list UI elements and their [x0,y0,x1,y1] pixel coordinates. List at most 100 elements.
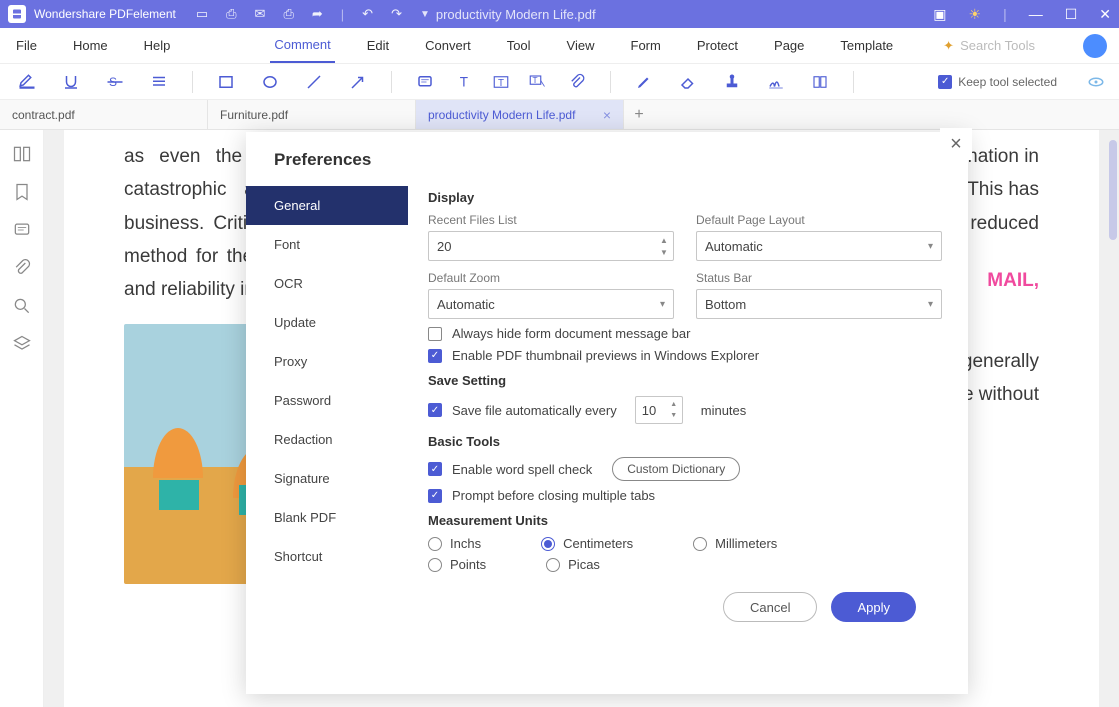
note-tool[interactable] [410,71,440,93]
signature-tool[interactable] [761,71,791,93]
prefs-side-redaction[interactable]: Redaction [246,420,408,459]
vertical-scrollbar[interactable] [1109,140,1117,659]
cancel-button[interactable]: Cancel [723,592,817,622]
prefs-side-general[interactable]: General [246,186,408,225]
eraser-tool[interactable] [673,71,703,93]
page-layout-select[interactable]: Automatic▾ [696,231,942,261]
unit-points-radio[interactable]: Points [428,557,486,572]
spinner-up-icon[interactable]: ▲ [657,234,671,246]
layers-icon[interactable] [12,334,32,354]
spinner-up-icon[interactable]: ▲ [668,399,680,410]
hide-message-bar-label: Always hide form document message bar [452,326,690,341]
custom-dictionary-button[interactable]: Custom Dictionary [612,457,740,481]
scrollbar-thumb[interactable] [1109,140,1117,240]
open-folder-icon[interactable]: ▭ [196,6,208,22]
maximize-icon[interactable]: ☐ [1065,6,1078,23]
textbox-tool[interactable]: T [490,71,512,93]
underline-tool[interactable] [56,71,86,93]
spellcheck-label: Enable word spell check [452,462,592,477]
pencil-tool[interactable] [629,71,659,93]
default-zoom-select[interactable]: Automatic▾ [428,289,674,319]
unit-centimeters-radio[interactable]: Centimeters [541,536,633,551]
save-icon[interactable]: ⎙ [226,6,236,22]
menu-convert[interactable]: Convert [421,28,475,63]
search-panel-icon[interactable] [12,296,32,316]
keep-tool-checkbox[interactable]: ✓ [938,75,952,89]
menu-edit[interactable]: Edit [363,28,393,63]
user-avatar[interactable] [1083,34,1107,58]
strikethrough-tool[interactable]: S [100,71,130,93]
spinner-down-icon[interactable]: ▼ [657,246,671,258]
menu-file[interactable]: File [12,28,41,63]
section-basic-tools: Basic Tools [428,434,942,449]
rectangle-tool[interactable] [211,71,241,93]
attachment-tool[interactable] [562,71,592,93]
attachments-panel-icon[interactable] [12,258,32,278]
menu-protect[interactable]: Protect [693,28,742,63]
menu-tool[interactable]: Tool [503,28,535,63]
autosave-checkbox[interactable]: ✓ [428,403,442,417]
menu-search[interactable]: ✦ Search Tools [943,38,1035,54]
manage-comments-tool[interactable] [805,71,835,93]
line-tool[interactable] [299,71,329,93]
keep-tool-selected[interactable]: ✓ Keep tool selected [938,75,1057,89]
apply-button[interactable]: Apply [831,592,916,622]
autosave-interval-input[interactable]: 10 ▲▼ [635,396,683,424]
menu-template[interactable]: Template [836,28,897,63]
current-file-dropdown[interactable]: ▼ productivity Modern Life.pdf [420,7,596,22]
minimize-icon[interactable]: — [1029,6,1043,22]
prefs-side-ocr[interactable]: OCR [246,264,408,303]
prefs-side-password[interactable]: Password [246,381,408,420]
recent-files-input[interactable]: 20 ▲▼ [428,231,674,261]
help-icon[interactable]: | [1003,6,1007,22]
squiggly-tool[interactable] [144,71,174,93]
prefs-side-blankpdf[interactable]: Blank PDF [246,498,408,537]
prefs-side-font[interactable]: Font [246,225,408,264]
menu-help[interactable]: Help [140,28,175,63]
close-window-icon[interactable]: ✕ [1099,6,1111,23]
unit-inches-radio[interactable]: Inchs [428,536,481,551]
tab-productivity[interactable]: productivity Modern Life.pdf× [416,100,624,129]
status-bar-select[interactable]: Bottom▾ [696,289,942,319]
spellcheck-checkbox[interactable]: ✓ [428,462,442,476]
hide-message-bar-checkbox[interactable] [428,327,442,341]
thumbnails-icon[interactable] [12,144,32,164]
visibility-icon[interactable] [1085,71,1107,93]
undo-icon[interactable]: ↶ [362,6,373,22]
unit-millimeters-radio[interactable]: Millimeters [693,536,777,551]
prefs-side-signature[interactable]: Signature [246,459,408,498]
share-icon[interactable]: ➦ [312,6,323,22]
arrow-tool[interactable] [343,71,373,93]
print-icon[interactable]: ⎙ [283,6,293,22]
callout-tool[interactable]: T [526,71,548,93]
menu-page[interactable]: Page [770,28,808,63]
section-save: Save Setting [428,373,942,388]
menu-home[interactable]: Home [69,28,112,63]
theme-icon[interactable]: ☀ [969,6,982,23]
prefs-side-shortcut[interactable]: Shortcut [246,537,408,576]
autosave-label-b: minutes [701,403,747,418]
menu-form[interactable]: Form [627,28,665,63]
menu-view[interactable]: View [563,28,599,63]
oval-tool[interactable] [255,71,285,93]
bookmark-icon[interactable] [12,182,32,202]
prefs-side-proxy[interactable]: Proxy [246,342,408,381]
stamp-tool[interactable] [717,71,747,93]
left-rail [0,130,44,707]
prompt-close-checkbox[interactable]: ✓ [428,489,442,503]
close-tab-icon[interactable]: × [603,107,611,123]
notifications-icon[interactable]: ▣ [933,6,946,23]
tab-contract[interactable]: contract.pdf [0,100,208,129]
comments-panel-icon[interactable] [12,220,32,240]
spinner-down-icon[interactable]: ▼ [668,410,680,421]
tab-furniture[interactable]: Furniture.pdf [208,100,416,129]
add-tab-button[interactable]: + [624,100,654,129]
highlighter-tool[interactable] [12,71,42,93]
redo-icon[interactable]: ↷ [391,6,402,22]
menu-comment[interactable]: Comment [270,28,334,63]
text-tool[interactable]: T [454,71,476,93]
prefs-side-update[interactable]: Update [246,303,408,342]
enable-thumbnails-checkbox[interactable]: ✓ [428,349,442,363]
mail-icon[interactable]: ✉ [255,6,266,22]
unit-picas-radio[interactable]: Picas [546,557,600,572]
